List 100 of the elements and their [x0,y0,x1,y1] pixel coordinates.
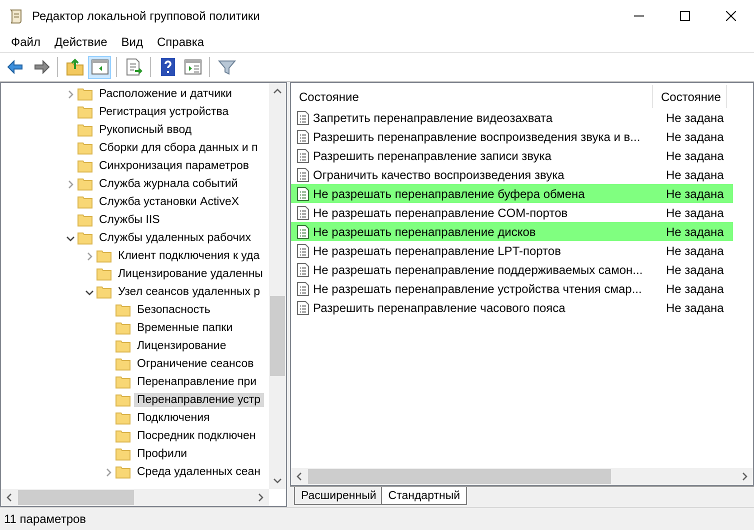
policy-document-icon [297,206,309,220]
tree-item[interactable]: Служба установки ActiveX [96,195,242,209]
folder-icon [77,141,93,155]
tree-item[interactable]: Профили [134,447,190,461]
policy-name: Запретить перенаправление видеозахвата [313,110,554,124]
policy-state: Не задана [666,168,724,182]
scroll-left-icon[interactable] [5,493,14,502]
folder-icon [77,213,93,227]
policy-row[interactable]: Ограничить качество воспроизведения звука Не задана [291,165,733,184]
tree-item[interactable]: Регистрация устройства [96,105,232,119]
policy-name: Не разрешать перенаправление COM-портов [313,206,569,220]
menu-item[interactable]: Файл [4,35,48,49]
policy-state: Не задана [666,206,724,220]
policy-row[interactable]: Не разрешать перенаправление устройства чтения смар... Не задана [291,279,733,298]
tree-item[interactable]: Клиент подключения к уда [115,249,263,263]
policy-row[interactable]: Не разрешать перенаправление LPT-портов Не задана [291,241,733,260]
vertical-scrollbar[interactable] [269,83,286,489]
policy-name: Разрешить перенаправление записи звука [313,148,552,162]
tree-item[interactable]: Служба журнала событий [96,177,241,191]
chevron-down-icon[interactable] [66,234,74,242]
policy-state: Не задана [666,130,724,144]
folder-icon [77,231,93,245]
policy-row[interactable]: Разрешить перенаправление воспроизведения звука и в... Не задана [291,127,733,146]
policy-state: Не задана [666,110,724,124]
tree-item[interactable]: Среда удаленных сеан [134,465,264,479]
policy-row[interactable]: Не разрешать перенаправление дисков Не задана [291,222,733,241]
tree-item[interactable]: Посредник подключен [134,429,259,443]
policy-row[interactable]: Не разрешать перенаправление буфера обмена Не задана [291,184,733,203]
policy-document-icon [297,224,309,238]
chevron-right-icon[interactable] [66,180,74,188]
tree-item[interactable]: Ограничение сеансов [134,357,257,371]
view-tab[interactable]: Стандартный [381,487,468,505]
folder-up-icon [64,57,84,77]
folder-icon [96,267,112,281]
tree-item[interactable]: Сборки для сбора данных и п [96,141,261,155]
policy-name: Не разрешать перенаправление дисков [313,224,537,238]
folder-icon [115,357,131,371]
folder-icon [77,159,93,173]
chevron-right-icon[interactable] [104,468,112,476]
policy-document-icon [297,148,309,162]
policy-row[interactable]: Разрешить перенаправление часового пояса Не задана [291,298,733,317]
scroll-right-icon[interactable] [256,493,265,502]
menu-item[interactable]: Вид [114,35,150,49]
policy-name: Не разрешать перенаправление устройства чтения смар... [313,282,643,296]
tree-item[interactable]: Подключения [134,411,213,425]
policy-name: Не разрешать перенаправление LPT-портов [313,244,562,258]
policy-document-icon [297,110,309,124]
column-header[interactable]: Состояние [291,85,653,108]
tree-item[interactable]: Службы IIS [96,213,163,227]
policy-row[interactable]: Не разрешать перенаправление поддерживаемых самон... Не задана [291,260,733,279]
scroll-left-icon[interactable] [295,472,304,481]
policy-row[interactable]: Не разрешать перенаправление COM-портов Не задана [291,203,733,222]
tree-item[interactable]: Лицензирование [134,339,230,353]
horizontal-scrollbar[interactable] [291,468,753,485]
policy-row[interactable]: Разрешить перенаправление записи звука Не задана [291,146,733,165]
menu-item[interactable]: Справка [150,35,212,49]
tree-item[interactable]: Синхронизация параметров [96,159,252,173]
policy-state: Не задана [666,244,724,258]
folder-icon [77,123,93,137]
scroll-down-icon[interactable] [273,476,282,485]
policy-name: Ограничить качество воспроизведения звука [313,168,566,182]
policy-name: Разрешить перенаправление воспроизведения звука и в... [313,130,642,144]
scrollbar-thumb[interactable] [18,490,134,505]
policy-name: Не разрешать перенаправление поддерживаемых самон... [313,262,644,276]
folder-icon [115,393,131,407]
folder-icon [115,339,131,353]
status-text: 11 параметров [4,512,86,526]
horizontal-scrollbar[interactable] [1,489,269,506]
chevron-right-icon[interactable] [84,252,94,260]
toolbar-button[interactable] [88,56,111,78]
scrollbar-thumb[interactable] [308,469,611,484]
export-list-icon [124,57,144,77]
tree-item[interactable]: Службы удаленных рабочих [96,231,254,245]
tree-item[interactable]: Лицензирование удаленны [115,267,266,281]
tree-item[interactable]: Перенаправление устр [134,393,264,407]
scroll-up-icon[interactable] [273,87,282,96]
policy-document-icon [297,282,309,296]
pane-toggle-icon [90,57,110,77]
policy-row[interactable]: Запретить перенаправление видеозахвата Не задана [291,108,733,127]
scrollbar-thumb[interactable] [270,296,285,376]
chevron-right-icon[interactable] [66,90,74,98]
policy-state: Не задана [666,282,724,296]
policy-document-icon [297,244,309,258]
folder-icon [115,375,131,389]
view-tab[interactable]: Расширенный [294,487,384,505]
folder-icon [96,249,112,263]
chevron-down-icon[interactable] [84,288,94,296]
tree-item[interactable]: Рукописный ввод [96,123,195,137]
menu-item[interactable]: Действие [48,35,114,49]
tree-item[interactable]: Перенаправление при [134,375,260,389]
column-header[interactable]: Состояние [653,85,727,108]
policy-document-icon [297,168,309,182]
tree-item[interactable]: Узел сеансов удаленных р [115,285,264,299]
scroll-right-icon[interactable] [740,472,749,481]
tree-item[interactable]: Безопасность [134,303,214,317]
tree-item[interactable]: Временные папки [134,321,236,335]
folder-icon [77,177,93,191]
tree-item[interactable]: Расположение и датчики [96,87,235,101]
folder-icon [115,411,131,425]
folder-icon [115,447,131,461]
